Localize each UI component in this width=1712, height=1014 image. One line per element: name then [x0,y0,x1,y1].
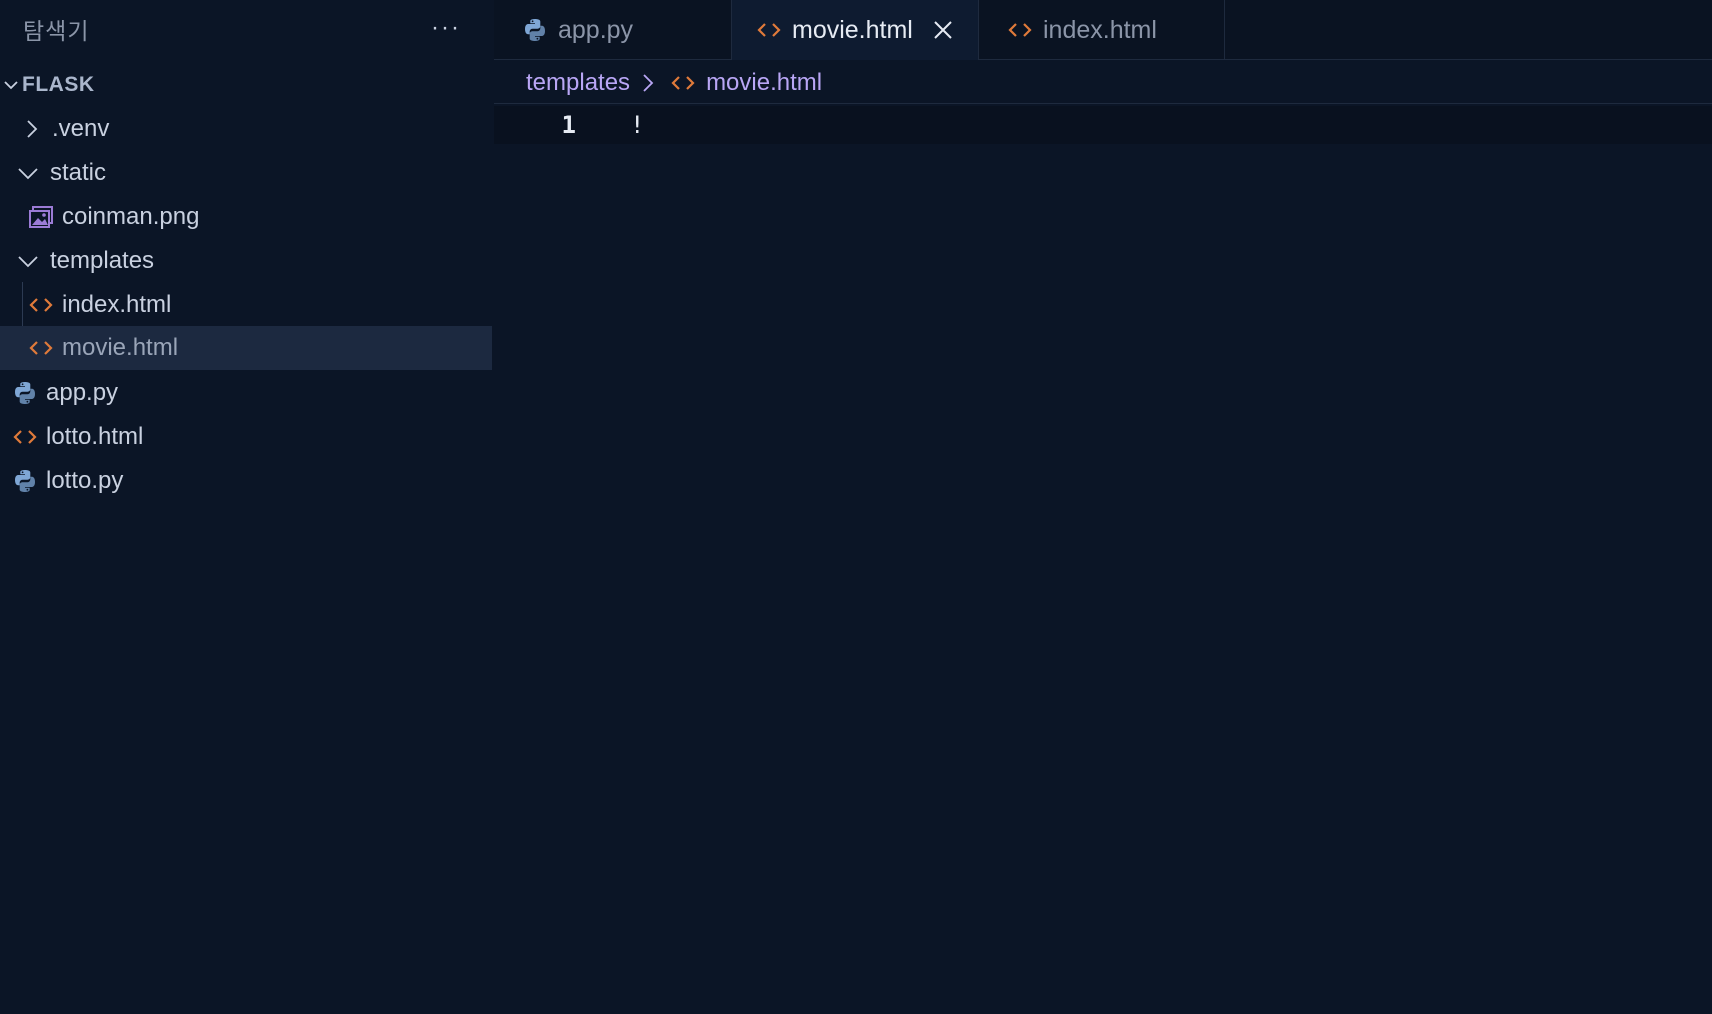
explorer-header: 탐색기 ··· [0,0,492,56]
line-number: 1 [561,111,576,139]
tree-item-coinman-png[interactable]: coinman.png [0,195,492,239]
close-icon[interactable] [929,16,957,44]
tree-item-index-html[interactable]: index.html [0,283,492,327]
tab-movie-html[interactable]: movie.html [732,0,978,60]
tab-divider [1224,0,1225,60]
tree-item-static[interactable]: static [0,151,492,195]
tree-item-label: templates [50,247,155,274]
tree-item-lotto-html[interactable]: lotto.html [0,415,492,459]
tree-item-templates[interactable]: templates [0,239,492,283]
tab-label: app.py [558,15,634,44]
tree-item-label: .venv [52,115,110,142]
python-file-icon [12,380,38,406]
more-actions-button[interactable]: ··· [428,10,464,46]
tree-item-venv[interactable]: .venv [0,107,492,151]
tree-item-label: static [50,159,107,186]
workspace-name: FLASK [22,73,95,96]
tab-label: index.html [1043,15,1157,44]
breadcrumb: templates movie.html [494,62,1712,104]
chevron-down-icon [16,249,40,273]
more-icon: ··· [431,14,461,41]
explorer-sidebar: 탐색기 ··· FLASK .venv static coinman.png t… [0,0,492,1014]
tree-item-app-py[interactable]: app.py [0,371,492,415]
image-file-icon [28,204,54,230]
tab-index-html[interactable]: index.html [979,0,1219,60]
python-file-icon [522,17,548,43]
python-file-icon [12,468,38,494]
tab-app-py[interactable]: app.py [522,0,722,60]
html-file-icon [28,292,54,318]
explorer-title: 탐색기 [23,19,90,45]
chevron-right-icon [20,117,44,141]
tree-item-label: coinman.png [62,203,200,230]
chevron-down-icon [16,161,40,185]
tab-label: movie.html [792,15,913,44]
breadcrumb-folder[interactable]: templates [526,69,630,97]
html-file-icon [1007,17,1033,43]
html-file-icon [670,71,696,95]
tree-item-lotto-py[interactable]: lotto.py [0,459,492,503]
tree-item-label: lotto.py [46,467,124,494]
tree-item-label: lotto.html [46,423,144,450]
breadcrumb-file[interactable]: movie.html [706,69,822,97]
chevron-down-icon [2,76,20,94]
tree-item-label: index.html [62,291,172,318]
code-line[interactable]: 1 ! [494,106,1712,144]
editor-area: app.py movie.html index.html templates m… [494,0,1712,1014]
code-text[interactable]: ! [630,111,644,139]
tree-item-label: movie.html [62,334,179,361]
chevron-right-icon [638,71,658,95]
tree-item-label: app.py [46,379,119,406]
html-file-icon [28,335,54,361]
html-file-icon [12,424,38,450]
workspace-section-header[interactable]: FLASK [0,66,492,104]
tree-item-movie-html[interactable]: movie.html [0,326,492,370]
tab-bar: app.py movie.html index.html [494,0,1712,60]
html-file-icon [756,17,782,43]
